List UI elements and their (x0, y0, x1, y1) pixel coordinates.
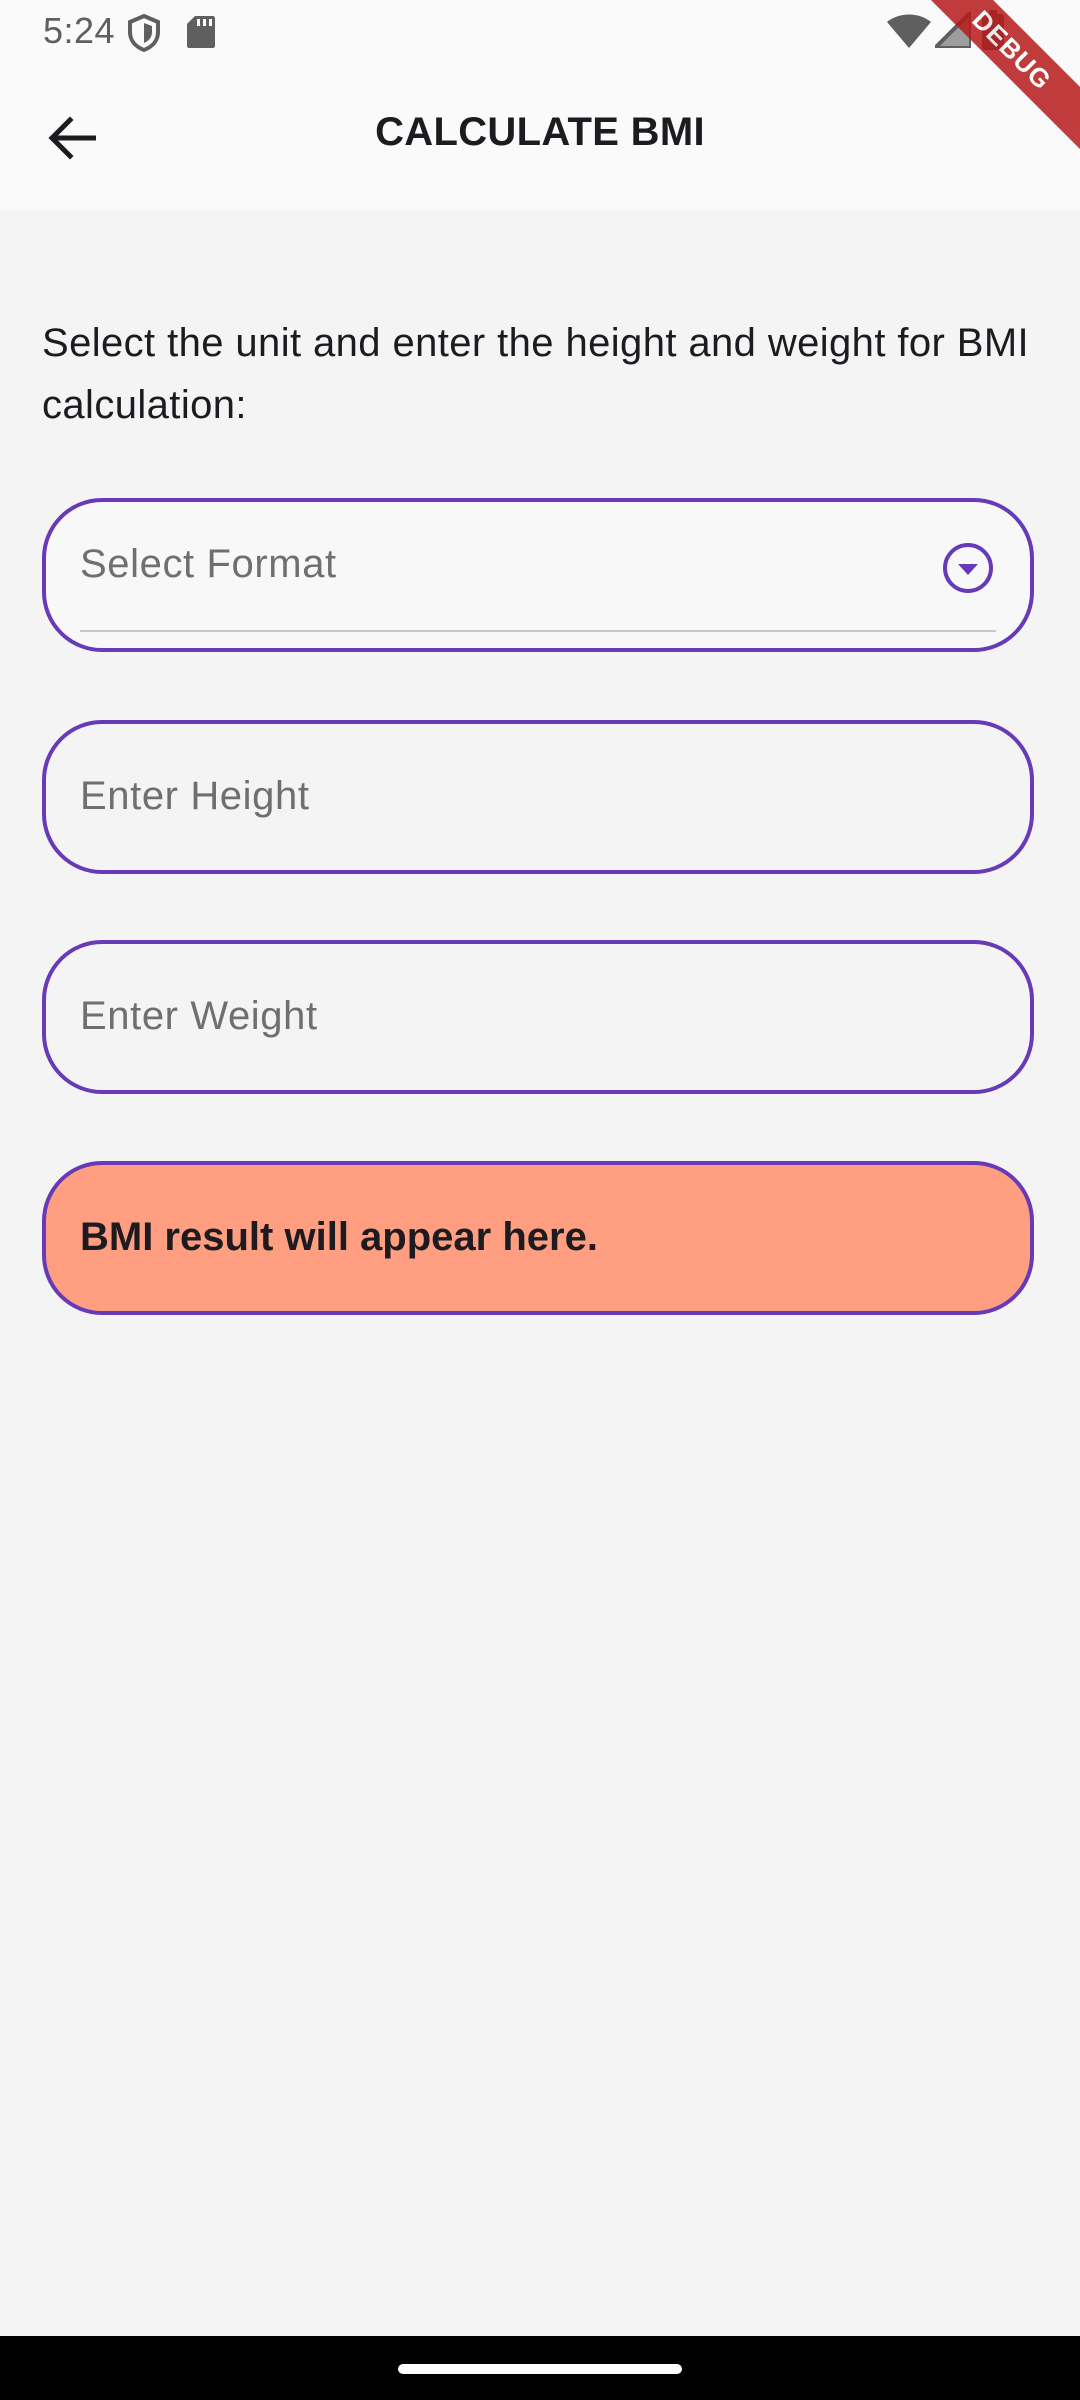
home-gesture-handle[interactable] (398, 2364, 682, 2374)
weight-input-placeholder: Enter Weight (80, 994, 318, 1038)
bmi-calculator-screen: 5:24 CALCULATE BMI DEBUG Select the unit… (0, 0, 1080, 2400)
shield-icon (128, 14, 160, 52)
dropdown-circle-icon[interactable] (942, 542, 994, 594)
instructions-text: Select the unit and enter the height and… (42, 321, 1030, 427)
height-input[interactable]: Enter Height (42, 720, 1034, 874)
status-bar: 5:24 (0, 0, 1080, 62)
status-time: 5:24 (43, 10, 116, 51)
bmi-result-text: BMI result will appear here. (80, 1215, 598, 1259)
weight-input[interactable]: Enter Weight (42, 940, 1034, 1094)
dropdown-underline (80, 630, 996, 632)
format-dropdown[interactable]: Select Format (42, 498, 1034, 652)
system-nav-bar (0, 2336, 1080, 2400)
format-dropdown-placeholder: Select Format (80, 542, 337, 586)
sd-card-icon (187, 16, 215, 48)
wifi-icon (887, 14, 931, 48)
height-input-placeholder: Enter Height (80, 774, 310, 818)
bmi-result-box: BMI result will appear here. (42, 1161, 1034, 1315)
page-title: CALCULATE BMI (375, 110, 705, 154)
app-bar: CALCULATE BMI (0, 62, 1080, 210)
